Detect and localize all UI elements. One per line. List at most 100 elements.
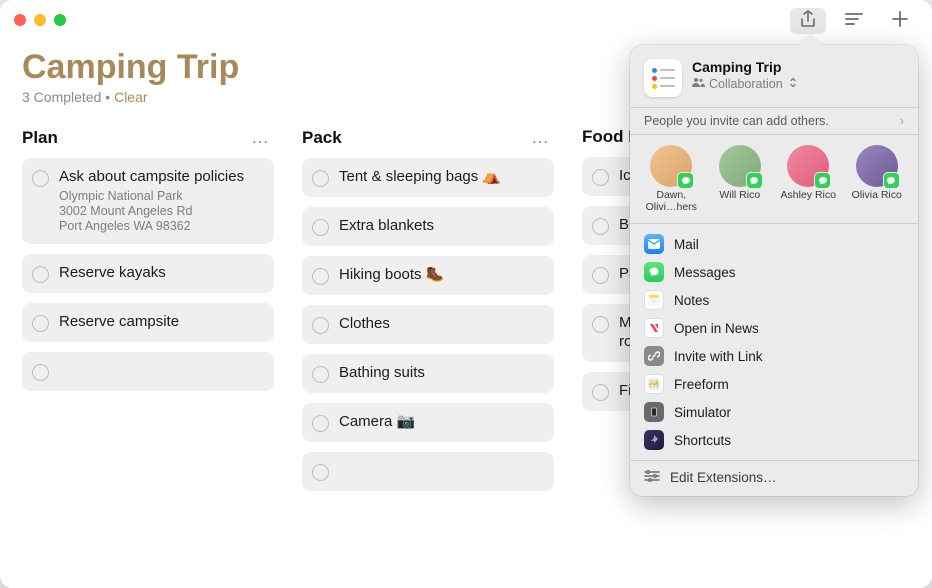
checkbox[interactable] (592, 267, 609, 284)
reminder-item[interactable]: Clothes (302, 305, 554, 344)
checkbox[interactable] (312, 464, 329, 481)
link-icon (644, 346, 664, 366)
checkbox[interactable] (312, 268, 329, 285)
chevron-up-down-icon (789, 77, 797, 91)
column-menu-button[interactable]: … (251, 127, 270, 148)
checkbox[interactable] (32, 315, 49, 332)
reminder-text: Ask about campsite policies (59, 168, 244, 187)
reminder-item-empty[interactable] (302, 452, 554, 491)
checkbox[interactable] (592, 316, 609, 333)
share-app-mail[interactable]: Mail (638, 230, 910, 258)
messages-icon (644, 262, 664, 282)
reminder-text: Camera 📷 (339, 413, 415, 432)
column-menu-button[interactable]: … (531, 127, 550, 148)
apps-list: Mail Messages Notes Open in News Invite … (630, 224, 918, 461)
person-name: Olivia Rico (852, 190, 902, 202)
sort-button[interactable] (836, 8, 872, 34)
reminder-subtext: Olympic National Park 3002 Mount Angeles… (59, 189, 244, 234)
checkbox[interactable] (592, 169, 609, 186)
reminder-item-empty[interactable] (22, 352, 274, 391)
column-plan: Plan … Ask about campsite policies Olymp… (22, 127, 274, 491)
column-title: Pack (302, 128, 342, 148)
minimize-window-button[interactable] (34, 14, 46, 26)
mail-icon (644, 234, 664, 254)
share-app-freeform[interactable]: Freeform (638, 370, 910, 398)
popover-title: Camping Trip (692, 59, 797, 75)
reminder-item[interactable]: Ask about campsite policies Olympic Nati… (22, 158, 274, 244)
person-name: Ashley Rico (781, 190, 836, 202)
permissions-row[interactable]: People you invite can add others. › (630, 107, 918, 134)
share-popover: Camping Trip Collaboration People you in… (630, 45, 918, 496)
messages-badge-icon (746, 172, 763, 189)
edit-extensions[interactable]: Edit Extensions… (630, 461, 918, 490)
reminder-text: Tent & sleeping bags ⛺️ (339, 168, 501, 187)
share-button[interactable] (790, 8, 826, 34)
reminder-text: Bathing suits (339, 364, 425, 383)
reminder-item[interactable]: Reserve campsite (22, 303, 274, 342)
share-app-notes[interactable]: Notes (638, 286, 910, 314)
column-title: Plan (22, 128, 58, 148)
checkbox[interactable] (32, 266, 49, 283)
checkbox[interactable] (592, 218, 609, 235)
reminder-text: Extra blankets (339, 217, 434, 236)
person-name: Will Rico (719, 190, 760, 202)
plus-icon (891, 10, 909, 33)
messages-badge-icon (814, 172, 831, 189)
person-name: Dawn, Olivi…hers (641, 190, 701, 213)
close-window-button[interactable] (14, 14, 26, 26)
reminder-item[interactable]: Tent & sleeping bags ⛺️ (302, 158, 554, 197)
reminder-item[interactable]: Bathing suits (302, 354, 554, 393)
messages-badge-icon (677, 172, 694, 189)
titlebar (0, 0, 932, 40)
completed-count: 3 Completed (22, 89, 101, 105)
news-icon (644, 318, 664, 338)
notes-icon (644, 290, 664, 310)
reminder-item[interactable]: Camera 📷 (302, 403, 554, 442)
chevron-right-icon: › (900, 114, 904, 128)
checkbox[interactable] (312, 415, 329, 432)
app-window: Camping Trip 3 Completed • Clear Plan … … (0, 0, 932, 588)
shortcuts-icon (644, 430, 664, 450)
checkbox[interactable] (312, 219, 329, 236)
reminder-item[interactable]: Extra blankets (302, 207, 554, 246)
traffic-lights (14, 14, 66, 26)
people-row: Dawn, Olivi…hers Will Rico Ashley Rico O… (630, 134, 918, 224)
reminder-text: Reserve campsite (59, 313, 179, 332)
simulator-icon (644, 402, 664, 422)
popover-header: Camping Trip Collaboration (630, 45, 918, 107)
list-icon (844, 12, 864, 31)
avatar (856, 145, 898, 187)
person[interactable]: Ashley Rico (777, 145, 840, 213)
checkbox[interactable] (32, 364, 49, 381)
share-app-news[interactable]: Open in News (638, 314, 910, 342)
checkbox[interactable] (32, 170, 49, 187)
avatar (650, 145, 692, 187)
list-icon (644, 59, 682, 97)
add-button[interactable] (882, 8, 918, 34)
share-app-shortcuts[interactable]: Shortcuts (638, 426, 910, 454)
collaboration-selector[interactable]: Collaboration (692, 77, 797, 91)
checkbox[interactable] (312, 170, 329, 187)
people-icon (692, 77, 705, 91)
checkbox[interactable] (312, 366, 329, 383)
column-pack: Pack … Tent & sleeping bags ⛺️ Extra bla… (302, 127, 554, 491)
freeform-icon (644, 374, 664, 394)
share-app-simulator[interactable]: Simulator (638, 398, 910, 426)
reminder-item[interactable]: Reserve kayaks (22, 254, 274, 293)
person[interactable]: Will Rico (709, 145, 772, 213)
share-app-messages[interactable]: Messages (638, 258, 910, 286)
reminder-text: Clothes (339, 315, 390, 334)
avatar (787, 145, 829, 187)
checkbox[interactable] (592, 384, 609, 401)
reminder-item[interactable]: Hiking boots 🥾 (302, 256, 554, 295)
toolbar-right (790, 8, 918, 34)
person[interactable]: Dawn, Olivi…hers (640, 145, 703, 213)
fullscreen-window-button[interactable] (54, 14, 66, 26)
reminder-text: Reserve kayaks (59, 264, 166, 283)
share-app-link[interactable]: Invite with Link (638, 342, 910, 370)
extensions-icon (644, 469, 660, 486)
clear-button[interactable]: Clear (114, 89, 147, 105)
share-icon (800, 10, 816, 33)
person[interactable]: Olivia Rico (846, 145, 909, 213)
checkbox[interactable] (312, 317, 329, 334)
